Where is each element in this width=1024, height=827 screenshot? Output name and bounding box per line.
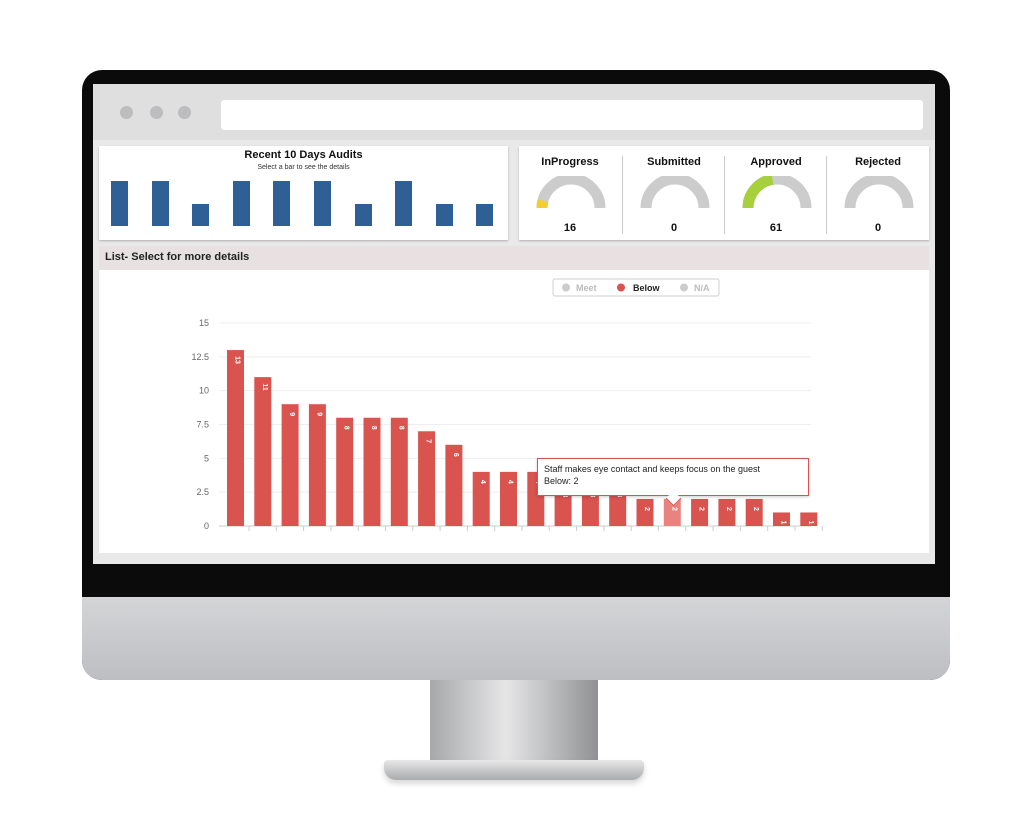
window-maximize-dot[interactable]: [178, 106, 191, 119]
address-bar[interactable]: [221, 100, 923, 130]
y-tick-label: 5: [204, 453, 209, 463]
chart-bar[interactable]: [308, 404, 326, 526]
list-header-title: List- Select for more details: [105, 251, 250, 263]
gauge-value: 0: [670, 222, 678, 234]
monitor-stand: [430, 680, 598, 762]
bar-data-label: 8: [397, 426, 404, 430]
bar-data-label: 13: [234, 356, 241, 364]
bar-data-label: 2: [643, 507, 650, 511]
gauge-value: 16: [563, 222, 577, 234]
audit-bar[interactable]: [111, 181, 128, 226]
legend-marker: [680, 283, 688, 292]
chart-bar[interactable]: [445, 444, 463, 526]
tooltip-title: Staff makes eye contact and keeps focus …: [544, 464, 760, 474]
status-panel: InProgress 16 Submitted 0 Approved 61 Re…: [519, 146, 929, 240]
monitor-chin: [82, 597, 950, 680]
chart-bar[interactable]: [418, 431, 436, 526]
bar-data-label: 2: [698, 507, 705, 511]
bar-data-label: 2: [752, 507, 759, 511]
audit-bar[interactable]: [232, 181, 250, 226]
gauge-dial: [742, 176, 812, 209]
chart-bar[interactable]: [691, 498, 709, 526]
chart-bar[interactable]: [745, 498, 763, 526]
chart-bar[interactable]: [390, 417, 408, 526]
gauge-label: Rejected: [855, 156, 901, 168]
y-tick-label: 10: [199, 386, 209, 396]
bar-data-label: 4: [479, 480, 486, 484]
audits-title: Recent 10 Days Audits: [244, 149, 363, 161]
audit-bar[interactable]: [273, 181, 291, 226]
chart-bar[interactable]: [363, 417, 381, 526]
audit-bar[interactable]: [476, 203, 494, 226]
chart-bar[interactable]: [227, 350, 244, 526]
gauge-submitted[interactable]: Submitted 0: [623, 146, 725, 240]
chart-panel: Meet Below N/A 0 2.5 5 7.5 10 12.5 15 13 11 9 9 8 8 8 7 6 4…: [99, 270, 929, 553]
legend-item-below[interactable]: Below: [633, 283, 661, 293]
chart-bar[interactable]: [254, 377, 272, 526]
legend-marker: [562, 283, 570, 292]
audit-bar[interactable]: [435, 203, 453, 226]
gauge-label: Submitted: [647, 156, 701, 168]
audit-bar[interactable]: [314, 181, 331, 226]
y-tick-label: 2.5: [196, 487, 209, 497]
y-tick-label: 12.5: [191, 352, 209, 362]
bar-data-label: 6: [452, 453, 459, 457]
gauge-rejected[interactable]: Rejected 0: [827, 146, 929, 240]
gauge-inprogress[interactable]: InProgress 16: [519, 146, 621, 240]
bar-data-label: 7: [425, 439, 432, 443]
audit-bar[interactable]: [354, 203, 372, 226]
gauge-dial: [844, 176, 914, 209]
legend-item-na[interactable]: N/A: [694, 283, 710, 293]
chart-bar[interactable]: [636, 498, 654, 526]
legend-marker: [617, 283, 625, 292]
bar-data-label: 8: [370, 426, 377, 430]
y-tick-label: 15: [199, 318, 209, 328]
tooltip-value: Below: 2: [544, 476, 579, 486]
bar-data-label: 11: [261, 383, 268, 391]
window-minimize-dot[interactable]: [150, 106, 163, 119]
bar-data-label: 8: [343, 426, 350, 430]
gauge-dial: [640, 176, 710, 209]
legend-item-meet[interactable]: Meet: [576, 283, 597, 293]
gauge-value: 61: [769, 222, 783, 234]
gauge-label: InProgress: [541, 156, 599, 168]
below-bar-chart: Meet Below N/A02.557.51012.51513119 98 8 8764…: [191, 278, 823, 531]
recent-audits-panel: Recent 10 Days Audits Select a bar to se…: [99, 146, 508, 240]
audit-bar[interactable]: [151, 181, 169, 226]
bar-data-label: 9: [315, 412, 322, 416]
y-tick-label: 0: [204, 521, 209, 531]
bar-data-label: 1: [807, 521, 814, 525]
chart-bar[interactable]: [281, 404, 299, 526]
gauge-dial: [536, 176, 606, 209]
gauge-fill: [536, 199, 549, 209]
list-header: List- Select for more details: [99, 246, 929, 270]
bar-data-label: 2: [725, 507, 732, 511]
gauge-approved[interactable]: Approved 61: [725, 146, 827, 240]
monitor-base: [384, 760, 644, 780]
window-close-dot[interactable]: [120, 106, 133, 119]
bar-data-label: 1: [780, 521, 787, 525]
audit-bar[interactable]: [395, 181, 413, 226]
bar-data-label: 2: [670, 507, 677, 511]
gauge-fill: [742, 176, 774, 209]
gauge-label: Approved: [750, 156, 802, 168]
audit-bar[interactable]: [192, 203, 210, 226]
browser-toolbar: [93, 84, 935, 140]
gauge-value: 0: [874, 222, 882, 234]
audits-subtitle: Select a bar to see the details: [257, 164, 350, 171]
bar-data-label: 9: [288, 412, 295, 416]
chart-bar[interactable]: [718, 498, 736, 526]
bar-data-label: 4: [507, 480, 514, 484]
chart-bar[interactable]: [336, 417, 354, 526]
y-tick-label: 7.5: [196, 420, 209, 430]
